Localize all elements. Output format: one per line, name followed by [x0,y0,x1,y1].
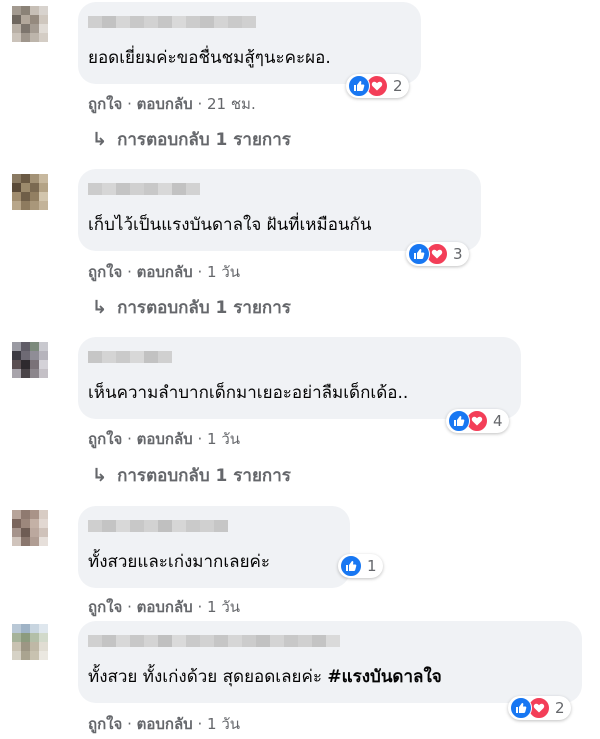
view-replies-link[interactable]: ↳ การตอบกลับ 1 รายการ [92,462,291,489]
replies-count-label: การตอบกลับ 1 รายการ [117,298,291,318]
comment-text: ยอดเยี่ยมค่ะขอชื่นชมสู้ๆนะคะผอ. [88,48,331,68]
reaction-summary[interactable]: 1 [338,554,383,578]
comment-text: เห็นความลำบากเด็กมาเยอะอย่าลืมเด็กเด้อ.. [88,383,409,403]
commenter-name-blurred[interactable] [88,351,172,363]
reply-link[interactable]: ตอบกลับ [137,263,193,281]
reaction-summary[interactable]: 4 [446,409,509,433]
reaction-summary[interactable]: 2 [346,74,409,98]
thumbs-up-icon [348,75,370,97]
comment-actions: ถูกใจ · ตอบกลับ · 1 วัน [88,263,241,281]
commenter-name-blurred[interactable] [88,16,256,28]
like-link[interactable]: ถูกใจ [88,598,122,616]
commenter-name-blurred[interactable] [88,183,200,195]
comment-text: ทั้งสวยและเก่งมากเลยค่ะ [88,552,271,572]
timestamp[interactable]: 1 วัน [207,598,240,616]
timestamp[interactable]: 1 วัน [207,263,240,281]
reply-arrow-icon: ↳ [92,297,108,318]
comment-bubble: เห็นความลำบากเด็กมาเยอะอย่าลืมเด็กเด้อ.. [78,337,521,419]
comment-text: เก็บไว้เป็นแรงบันดาลใจ ฝันที่เหมือนกัน [88,215,372,235]
thumbs-up-icon [448,410,470,432]
commenter-name-blurred[interactable] [88,520,228,532]
reaction-count: 2 [393,77,403,95]
comment-actions: ถูกใจ · ตอบกลับ · 1 วัน [88,715,241,733]
comment-bubble: ยอดเยี่ยมค่ะขอชื่นชมสู้ๆนะคะผอ. [78,2,421,84]
replies-count-label: การตอบกลับ 1 รายการ [117,466,291,486]
timestamp[interactable]: 1 วัน [207,430,240,448]
reply-link[interactable]: ตอบกลับ [137,598,193,616]
comment-bubble: ทั้งสวยและเก่งมากเลยค่ะ [78,506,350,588]
reply-arrow-icon: ↳ [92,465,108,486]
reply-link[interactable]: ตอบกลับ [137,95,193,113]
reaction-count: 2 [555,699,565,717]
like-link[interactable]: ถูกใจ [88,95,122,113]
comment-actions: ถูกใจ · ตอบกลับ · 21 ชม. [88,95,256,113]
hashtag-link[interactable]: #แรงบันดาลใจ [327,667,441,687]
comment-bubble: เก็บไว้เป็นแรงบันดาลใจ ฝันที่เหมือนกัน [78,169,481,251]
timestamp[interactable]: 1 วัน [207,715,240,733]
timestamp[interactable]: 21 ชม. [207,95,256,113]
commenter-name-blurred[interactable] [88,635,340,647]
reaction-count: 1 [367,557,377,575]
comment-text: ทั้งสวย ทั้งเก่งด้วย สุดยอดเลยค่ะ #แรงบั… [88,667,442,687]
avatar[interactable] [12,624,48,660]
reaction-summary[interactable]: 2 [508,696,571,720]
reaction-count: 3 [453,245,463,263]
reaction-summary[interactable]: 3 [406,242,469,266]
replies-count-label: การตอบกลับ 1 รายการ [117,130,291,150]
like-link[interactable]: ถูกใจ [88,430,122,448]
avatar[interactable] [12,6,48,42]
avatar[interactable] [12,174,48,210]
view-replies-link[interactable]: ↳ การตอบกลับ 1 รายการ [92,294,291,321]
comment-actions: ถูกใจ · ตอบกลับ · 1 วัน [88,598,241,616]
avatar[interactable] [12,342,48,378]
reaction-count: 4 [493,412,503,430]
comment-bubble: ทั้งสวย ทั้งเก่งด้วย สุดยอดเลยค่ะ #แรงบั… [78,621,582,703]
reply-link[interactable]: ตอบกลับ [137,715,193,733]
comment-actions: ถูกใจ · ตอบกลับ · 1 วัน [88,430,241,448]
like-link[interactable]: ถูกใจ [88,263,122,281]
thumbs-up-icon [408,243,430,265]
thumbs-up-icon [510,697,532,719]
reply-arrow-icon: ↳ [92,129,108,150]
view-replies-link[interactable]: ↳ การตอบกลับ 1 รายการ [92,126,291,153]
like-link[interactable]: ถูกใจ [88,715,122,733]
avatar[interactable] [12,510,48,546]
reply-link[interactable]: ตอบกลับ [137,430,193,448]
thumbs-up-icon [340,555,362,577]
